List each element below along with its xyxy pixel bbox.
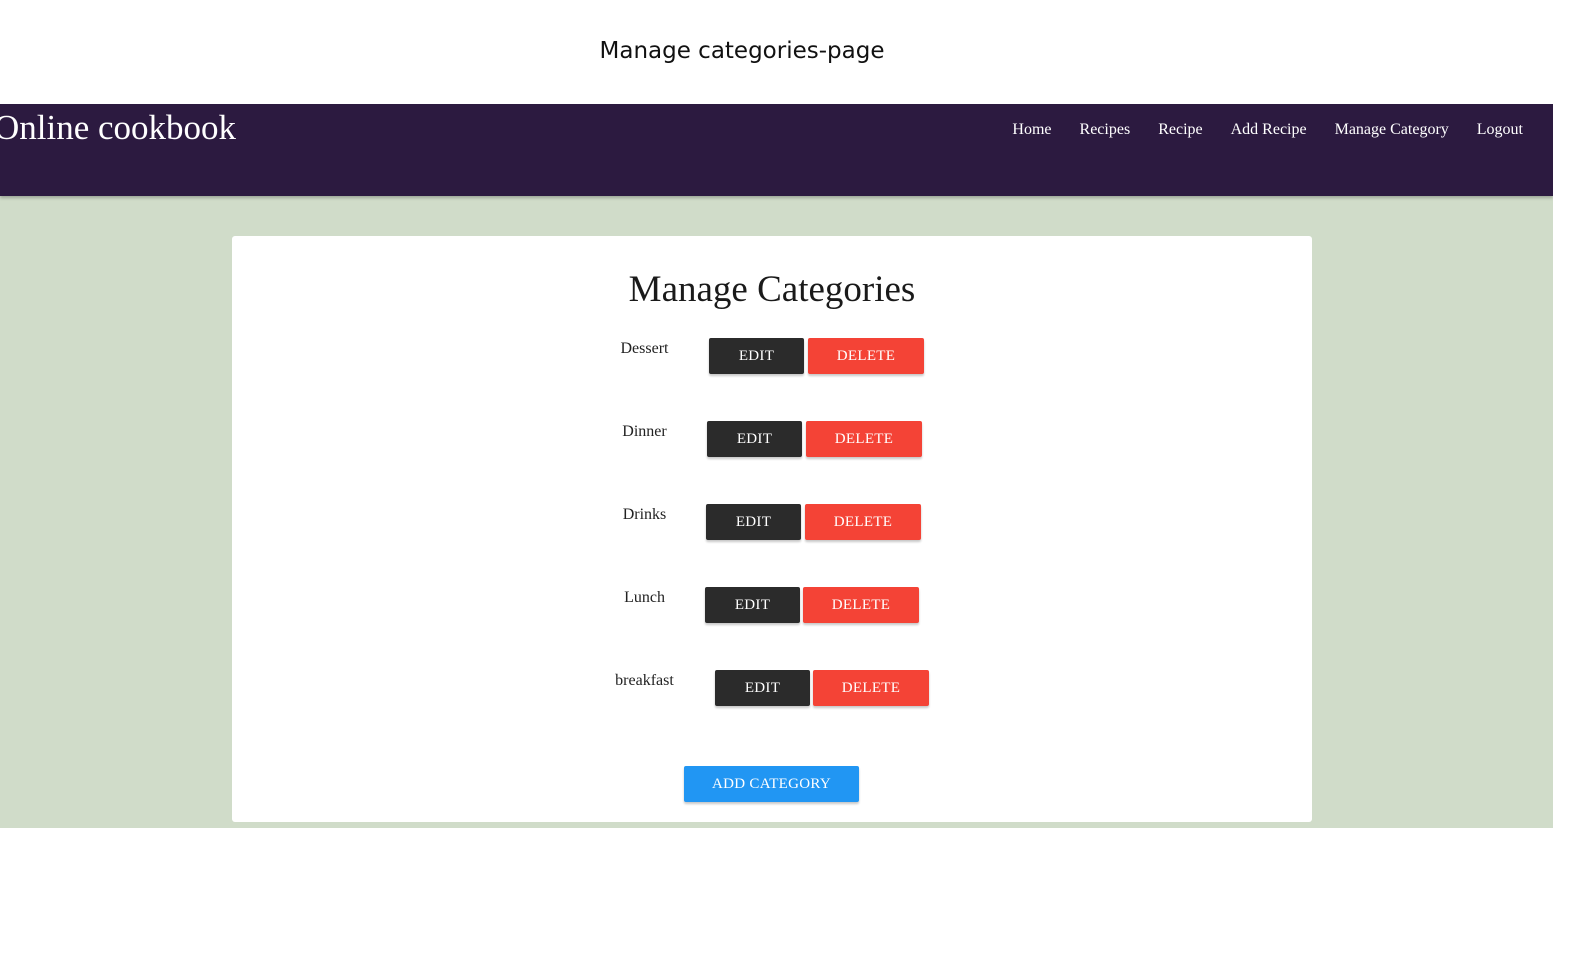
delete-category-button[interactable]: DELETE: [805, 504, 921, 540]
edit-category-button[interactable]: EDIT: [707, 421, 802, 457]
category-name: Dinner: [622, 423, 667, 440]
nav-link-recipe[interactable]: Recipe: [1144, 118, 1216, 142]
category-row: Lunch EDIT DELETE: [232, 587, 1312, 627]
app-window: Online cookbook Home Recipes Recipe Add …: [0, 104, 1553, 828]
brand-logo[interactable]: Online cookbook: [0, 108, 236, 148]
delete-category-button[interactable]: DELETE: [806, 421, 922, 457]
nav-link-manage-category[interactable]: Manage Category: [1321, 118, 1463, 142]
screenshot-caption: Manage categories-page: [599, 38, 885, 64]
category-row: Dessert EDIT DELETE: [232, 338, 1312, 378]
delete-category-button[interactable]: DELETE: [813, 670, 929, 706]
edit-category-button[interactable]: EDIT: [705, 587, 800, 623]
navbar: Online cookbook Home Recipes Recipe Add …: [0, 104, 1553, 196]
delete-category-button[interactable]: DELETE: [808, 338, 924, 374]
category-row: Dinner EDIT DELETE: [232, 421, 1312, 461]
category-name: Dessert: [620, 340, 669, 357]
nav-links: Home Recipes Recipe Add Recipe Manage Ca…: [998, 118, 1537, 142]
nav-link-recipes[interactable]: Recipes: [1066, 118, 1145, 142]
category-row: Drinks EDIT DELETE: [232, 504, 1312, 544]
category-row: breakfast EDIT DELETE: [232, 670, 1312, 710]
nav-link-home[interactable]: Home: [998, 118, 1065, 142]
nav-link-logout[interactable]: Logout: [1463, 118, 1537, 142]
manage-categories-card: Manage Categories Dessert EDIT DELETE Di…: [232, 236, 1312, 822]
edit-category-button[interactable]: EDIT: [715, 670, 810, 706]
nav-link-add-recipe[interactable]: Add Recipe: [1217, 118, 1321, 142]
add-category-button[interactable]: ADD CATEGORY: [684, 766, 859, 802]
delete-category-button[interactable]: DELETE: [803, 587, 919, 623]
category-name: Lunch: [624, 589, 665, 606]
category-name: Drinks: [622, 506, 667, 523]
category-name: breakfast: [615, 672, 674, 689]
edit-category-button[interactable]: EDIT: [709, 338, 804, 374]
page-title: Manage Categories: [628, 269, 916, 310]
edit-category-button[interactable]: EDIT: [706, 504, 801, 540]
